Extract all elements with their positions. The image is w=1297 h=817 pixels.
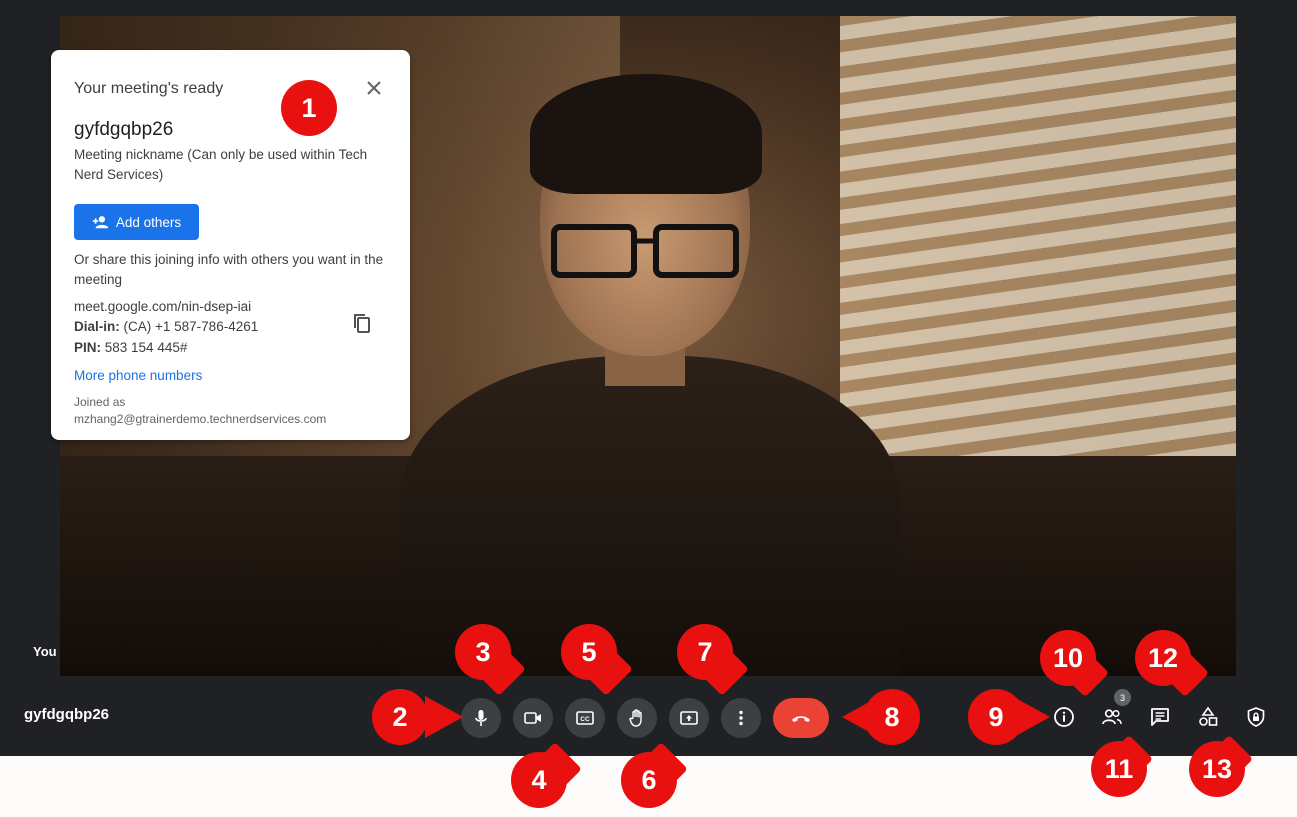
dial-in-row: Dial-in: (CA) +1 587-786-4261 bbox=[74, 319, 258, 334]
callout-marker: 9 bbox=[968, 689, 1024, 745]
pin-row: PIN: 583 154 445# bbox=[74, 340, 187, 355]
pin-label: PIN: bbox=[74, 340, 101, 355]
callout-number: 11 bbox=[1104, 753, 1134, 784]
callout-number: 2 bbox=[392, 701, 408, 732]
callout-marker: 4 bbox=[511, 752, 567, 808]
dial-in-label: Dial-in: bbox=[74, 319, 120, 334]
callout-marker: 5 bbox=[561, 624, 617, 680]
callout-marker: 13 bbox=[1189, 741, 1245, 797]
microphone-button[interactable] bbox=[461, 698, 501, 738]
callout-number: 4 bbox=[531, 764, 547, 795]
callout-number: 5 bbox=[581, 636, 597, 667]
camera-button[interactable] bbox=[513, 698, 553, 738]
callout-number: 10 bbox=[1052, 642, 1084, 673]
meeting-link[interactable]: meet.google.com/nin-dsep-iai bbox=[74, 299, 251, 314]
more-vert-icon bbox=[739, 710, 743, 726]
callout-marker: 7 bbox=[677, 624, 733, 680]
info-icon bbox=[1054, 707, 1074, 727]
add-others-label: Add others bbox=[115, 214, 182, 230]
more-phone-numbers-link[interactable]: More phone numbers bbox=[74, 368, 202, 383]
callout-number: 7 bbox=[697, 636, 713, 667]
camera-icon bbox=[524, 712, 541, 724]
meeting-ready-card: Your meeting's ready gyfdgqbp26 Meeting … bbox=[51, 50, 410, 440]
activities-shapes-icon bbox=[1199, 706, 1218, 726]
copy-icon[interactable] bbox=[351, 312, 373, 334]
leave-call-button[interactable] bbox=[773, 698, 829, 738]
host-controls-button[interactable] bbox=[1242, 703, 1270, 731]
card-title: Your meeting's ready bbox=[74, 80, 224, 97]
add-others-button[interactable]: Add others bbox=[74, 204, 199, 240]
meet-window: You Your meeting's ready gyfdgqbp26 Meet… bbox=[0, 0, 1297, 756]
pin-value: 583 154 445# bbox=[104, 340, 188, 355]
raise-hand-icon bbox=[629, 709, 642, 727]
callout-marker: 1 bbox=[281, 80, 337, 136]
joined-as-email: mzhang2@gtrainerdemo.technerdservices.co… bbox=[74, 412, 327, 426]
callout-marker: 11 bbox=[1091, 741, 1147, 797]
joined-as-label: Joined as bbox=[74, 395, 126, 409]
activities-button[interactable] bbox=[1194, 703, 1222, 731]
more-options-button[interactable] bbox=[721, 698, 761, 738]
callout-number: 9 bbox=[988, 701, 1004, 732]
callout-marker: 12 bbox=[1135, 630, 1191, 686]
callout-number: 6 bbox=[641, 764, 657, 795]
present-screen-icon bbox=[680, 711, 698, 725]
callout-number: 1 bbox=[301, 92, 317, 123]
chat-button[interactable] bbox=[1146, 703, 1174, 731]
callout-marker: 3 bbox=[455, 624, 511, 680]
meeting-code: gyfdgqbp26 bbox=[74, 119, 174, 140]
share-text: Or share this joining info with others y… bbox=[74, 252, 384, 287]
people-icon bbox=[1102, 709, 1122, 725]
callout-marker: 8 bbox=[864, 689, 920, 745]
present-screen-button[interactable] bbox=[669, 698, 709, 738]
bottom-meeting-code: gyfdgqbp26 bbox=[24, 706, 109, 723]
microphone-icon bbox=[475, 710, 487, 726]
meeting-details-button[interactable] bbox=[1050, 703, 1078, 731]
callout-number: 12 bbox=[1147, 642, 1179, 673]
dial-in-value: (CA) +1 587-786-4261 bbox=[123, 319, 259, 334]
participant-count-badge: 3 bbox=[1114, 689, 1131, 706]
raise-hand-button[interactable] bbox=[617, 698, 657, 738]
chat-icon bbox=[1151, 708, 1169, 726]
close-icon[interactable] bbox=[364, 78, 384, 98]
callout-number: 13 bbox=[1201, 753, 1233, 784]
add-person-icon bbox=[92, 216, 109, 229]
self-video-label: You bbox=[33, 644, 57, 659]
callout-marker: 2 bbox=[372, 689, 428, 745]
callout-marker: 10 bbox=[1040, 630, 1096, 686]
joined-as: Joined as mzhang2@gtrainerdemo.technerds… bbox=[74, 394, 326, 428]
callout-number: 8 bbox=[884, 701, 900, 732]
participants-button[interactable] bbox=[1098, 703, 1126, 731]
hang-up-icon bbox=[792, 716, 810, 722]
captions-icon: CC bbox=[576, 711, 594, 725]
svg-text:CC: CC bbox=[580, 716, 590, 723]
shield-lock-icon bbox=[1247, 707, 1265, 727]
callout-number: 3 bbox=[475, 636, 491, 667]
nickname-note: Meeting nickname (Can only be used withi… bbox=[74, 147, 368, 182]
captions-button[interactable]: CC bbox=[565, 698, 605, 738]
callout-marker: 6 bbox=[621, 752, 677, 808]
